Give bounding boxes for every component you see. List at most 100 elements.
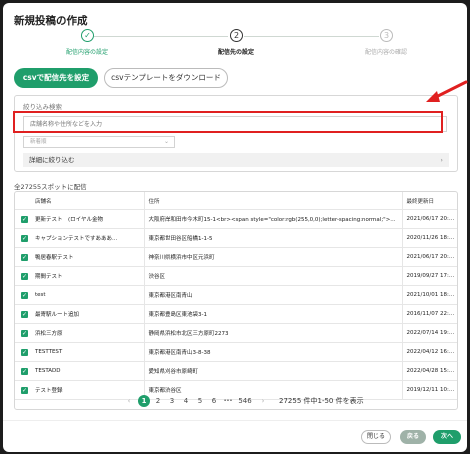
table-row[interactable]: ✓ 最寄駅ルート追加 東京都豊島区東池袋3-1 2016/11/07 22:15 (15, 304, 457, 324)
pagination-summary: 27255 件中1-50 件を表示 (279, 397, 364, 405)
spot-count-label: 全27255スポットに配信 (14, 183, 87, 191)
table-row[interactable]: ✓ 浜松三方原 静岡県浜松市北区三方原町2273 2022/07/14 19:21 (15, 323, 457, 343)
step-3-number: 3 (380, 29, 393, 42)
step-3-label: 配信内容の確認 (364, 49, 408, 56)
cell-updated: 2022/04/12 16:31 (401, 342, 457, 362)
row-checkbox[interactable]: ✓ (15, 361, 31, 381)
table-row[interactable]: ✓ TESTTEST 東京都港区南青山3-8-38 2022/04/12 16:31 (15, 342, 457, 362)
pagination-page-1[interactable]: 1 (138, 395, 150, 407)
stepper-line-2 (244, 36, 379, 37)
checkbox-checked-icon[interactable]: ✓ (21, 348, 28, 356)
cell-updated: 2019/09/27 17:15 (401, 266, 457, 286)
cell-address: 大阪府岸和田市今木町15-1<br><span style="color:rgb… (143, 209, 402, 229)
checkbox-checked-icon[interactable]: ✓ (21, 215, 28, 223)
stepper-line-1 (94, 36, 228, 37)
row-checkbox[interactable]: ✓ (15, 266, 31, 286)
row-checkbox[interactable]: ✓ (15, 209, 31, 229)
cell-updated: 2016/11/07 22:15 (401, 304, 457, 324)
checkbox-checked-icon[interactable]: ✓ (21, 367, 28, 375)
row-checkbox[interactable]: ✓ (15, 247, 31, 267)
cell-updated: 2022/04/28 15:53 (401, 361, 457, 381)
cell-address: 静岡県浜松市北区三方原町2273 (143, 323, 402, 343)
checkbox-checked-icon[interactable]: ✓ (21, 310, 28, 318)
pagination: ‹ 1 2 3 4 5 6 ••• 546 › 27255 件中1-50 件を表… (14, 394, 458, 408)
pagination-page-2[interactable]: 2 (153, 395, 163, 407)
cell-store-name: 浜松三方原 (31, 323, 144, 343)
pagination-page-4[interactable]: 4 (181, 395, 191, 407)
table-row[interactable]: ✓ 鴨居春駅テスト 神奈川県横浜市中区元浜町 2021/06/17 20:43 (15, 247, 457, 267)
row-checkbox[interactable]: ✓ (15, 228, 31, 248)
table-row[interactable]: ✓ test 東京都港区南青山 2021/10/01 18:45 (15, 285, 457, 305)
checkbox-checked-icon[interactable]: ✓ (21, 386, 28, 394)
table-header-row: 店舗名 住所 最終更新日 (15, 192, 457, 210)
footer-divider (3, 420, 467, 421)
pagination-page-6[interactable]: 6 (209, 395, 219, 407)
table-row[interactable]: ✓ キャプションテストですあああ... 東京都世田谷区船橋1-1-5 2020/11/… (15, 228, 457, 248)
pagination-page-5[interactable]: 5 (195, 395, 205, 407)
cell-address: 愛知県刈谷市原崎町 (143, 361, 402, 381)
annotation-arrow-icon (426, 80, 468, 102)
cell-store-name: 期間テスト (31, 266, 144, 286)
step-2-label: 配信先の設定 (217, 49, 255, 56)
table-row[interactable]: ✓ 期間テスト 渋谷区 2019/09/27 17:15 (15, 266, 457, 286)
cell-store-name: キャプションテストですあああ... (31, 228, 144, 248)
checkbox-checked-icon[interactable]: ✓ (21, 234, 28, 242)
filter-title: 絞り込み検索 (23, 103, 62, 111)
progress-stepper: ✓ 配信内容の設定 2 配信先の設定 3 配信内容の確認 (3, 29, 467, 59)
pagination-page-546[interactable]: 546 (236, 395, 254, 407)
close-button[interactable]: 閉じる (361, 430, 391, 444)
cell-address: 東京都港区南青山 (143, 285, 402, 305)
row-checkbox[interactable]: ✓ (15, 304, 31, 324)
detail-filter-label: 詳細に絞り込む (29, 156, 75, 164)
row-checkbox[interactable]: ✓ (15, 342, 31, 362)
sort-select-value: 新着順 (30, 139, 47, 145)
step-1-label: 配信内容の設定 (65, 49, 109, 56)
cell-updated: 2021/06/17 20:43 (401, 209, 457, 229)
checkbox-checked-icon[interactable]: ✓ (21, 291, 28, 299)
row-checkbox[interactable]: ✓ (15, 285, 31, 305)
csv-template-download-button[interactable]: csvテンプレートをダウンロード (104, 68, 228, 88)
chevron-right-icon: › (440, 156, 443, 164)
cell-store-name: test (31, 285, 144, 305)
step-1-check-icon: ✓ (81, 29, 94, 42)
sort-select[interactable]: 新着順 ⌄ (23, 136, 175, 148)
cell-store-name: TESTADD (31, 361, 144, 381)
spot-table: 店舗名 住所 最終更新日 ✓ 更新テスト (ロイヤル金物 大阪府岸和田市今木町15… (15, 192, 457, 400)
cell-updated: 2021/10/01 18:45 (401, 285, 457, 305)
column-header-store-name: 店舗名 (31, 192, 144, 210)
create-post-modal: 新規投稿の作成 ✓ 配信内容の設定 2 配信先の設定 3 配信内容の確認 csv… (3, 3, 467, 452)
cell-updated: 2022/07/14 19:21 (401, 323, 457, 343)
spot-table-container: 店舗名 住所 最終更新日 ✓ 更新テスト (ロイヤル金物 大阪府岸和田市今木町15… (14, 191, 458, 410)
table-row[interactable]: ✓ TESTADD 愛知県刈谷市原崎町 2022/04/28 15:53 (15, 361, 457, 381)
cell-address: 東京都豊島区東池袋3-1 (143, 304, 402, 324)
pagination-prev-button[interactable]: ‹ (124, 395, 134, 407)
pagination-next-button[interactable]: › (258, 395, 268, 407)
cell-updated: 2020/11/26 18:31 (401, 228, 457, 248)
cell-store-name: 最寄駅ルート追加 (31, 304, 144, 324)
chevron-down-icon: ⌄ (163, 138, 169, 145)
step-2-number: 2 (230, 29, 243, 42)
cell-address: 渋谷区 (143, 266, 402, 286)
checkbox-checked-icon[interactable]: ✓ (21, 272, 28, 280)
annotation-highlight-box (13, 111, 443, 133)
cell-address: 東京都港区南青山3-8-38 (143, 342, 402, 362)
column-header-updated: 最終更新日 (401, 192, 457, 210)
cell-store-name: TESTTEST (31, 342, 144, 362)
table-row[interactable]: ✓ 更新テスト (ロイヤル金物 大阪府岸和田市今木町15-1<br><span s… (15, 209, 457, 229)
cell-store-name: 鴨居春駅テスト (31, 247, 144, 267)
modal-title: 新規投稿の作成 (14, 15, 88, 27)
back-button[interactable]: 戻る (400, 430, 426, 444)
checkbox-checked-icon[interactable]: ✓ (21, 329, 28, 337)
detail-filter-toggle[interactable]: 詳細に絞り込む › (23, 153, 449, 167)
column-header-address: 住所 (143, 192, 402, 210)
cell-address: 東京都世田谷区船橋1-1-5 (143, 228, 402, 248)
next-button[interactable]: 次へ (433, 430, 461, 444)
cell-address: 神奈川県横浜市中区元浜町 (143, 247, 402, 267)
filter-panel: 絞り込み検索 新着順 ⌄ 詳細に絞り込む › (14, 95, 458, 172)
cell-updated: 2021/06/17 20:43 (401, 247, 457, 267)
row-checkbox[interactable]: ✓ (15, 323, 31, 343)
checkbox-checked-icon[interactable]: ✓ (21, 253, 28, 261)
csv-destination-button[interactable]: csvで配信先を設定 (14, 68, 98, 88)
cell-store-name: 更新テスト (ロイヤル金物 (31, 209, 144, 229)
pagination-page-3[interactable]: 3 (167, 395, 177, 407)
